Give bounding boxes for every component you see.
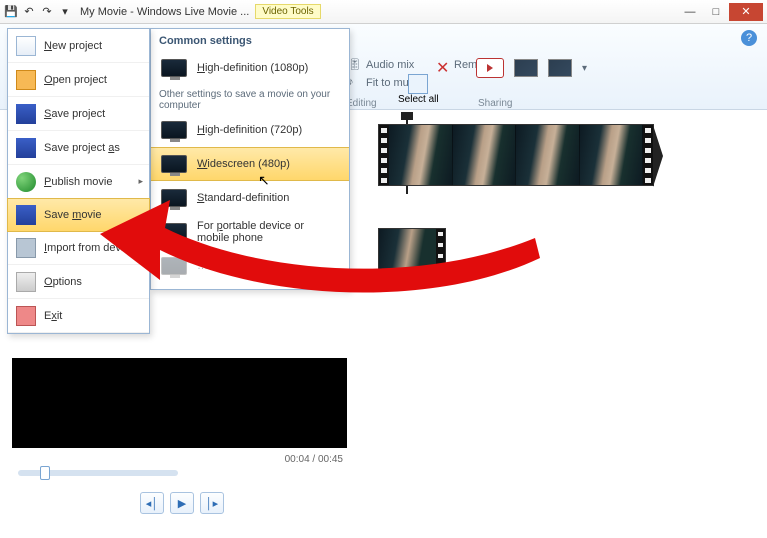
- youtube-button[interactable]: [476, 58, 504, 78]
- submenu-label: Widescreen (480p): [197, 158, 290, 170]
- menu-label: New project: [44, 40, 102, 52]
- menu-label: Options: [44, 276, 82, 288]
- window-buttons: — □ ✕: [677, 3, 763, 21]
- submenu-portable-device[interactable]: For portable device or mobile phone: [151, 215, 349, 249]
- monitor-icon: [161, 155, 187, 173]
- monitor-icon: [161, 257, 187, 275]
- share-thumb-2[interactable]: [548, 59, 572, 77]
- clip-endcap-icon: [653, 125, 663, 187]
- seek-knob[interactable]: [40, 466, 50, 480]
- exit-icon: [16, 306, 36, 326]
- video-tools-tab[interactable]: Video Tools: [255, 4, 320, 19]
- playback-controls: ◂│ ▶ │▸: [140, 492, 224, 514]
- prev-frame-button[interactable]: ◂│: [140, 492, 164, 514]
- menu-label: Save project: [44, 108, 105, 120]
- audio-mix-label: Audio mix: [366, 59, 414, 71]
- sharing-group-label: Sharing: [478, 98, 512, 109]
- menu-import-device[interactable]: Import from device: [8, 231, 149, 265]
- help-button[interactable]: ?: [741, 30, 757, 46]
- submenu-hd-1080p[interactable]: High-definition (1080p): [151, 51, 349, 85]
- submenu-standard-definition[interactable]: Standard-definition: [151, 181, 349, 215]
- fit-music-icon: ♪: [348, 76, 362, 90]
- audio-mix-button[interactable]: 🎚 Audio mix: [348, 58, 422, 72]
- share-thumb-1[interactable]: [514, 59, 538, 77]
- editing-group-label: Editing: [346, 98, 377, 109]
- submenu-header-common: Common settings: [151, 29, 349, 51]
- video-preview[interactable]: [12, 358, 347, 448]
- select-all-button[interactable]: Select all: [398, 74, 439, 105]
- save-project-icon: [16, 104, 36, 124]
- publish-icon: [16, 172, 36, 192]
- submenu-label: High-definition (720p): [197, 124, 302, 136]
- monitor-icon: [161, 189, 187, 207]
- film-sprocket-right: [643, 125, 653, 185]
- submenu-label: Standard-definition: [197, 192, 289, 204]
- qat-undo-icon[interactable]: ↶: [22, 5, 36, 19]
- qat-dropdown-icon[interactable]: ▾: [58, 5, 72, 19]
- monitor-icon: [161, 59, 187, 77]
- submenu-hd-720p[interactable]: High-definition (720p): [151, 113, 349, 147]
- options-icon: [16, 272, 36, 292]
- mouse-cursor-icon: ↖: [258, 172, 270, 189]
- file-menu: New project Open project Save project Sa…: [7, 28, 150, 334]
- menu-options[interactable]: Options: [8, 265, 149, 299]
- playback-time: 00:04 / 00:45: [12, 452, 347, 467]
- menu-exit[interactable]: Exit: [8, 299, 149, 333]
- menu-open-project[interactable]: Open project: [8, 63, 149, 97]
- new-project-icon: [16, 36, 36, 56]
- qat-save-icon[interactable]: 💾: [4, 5, 18, 19]
- save-as-icon: [16, 138, 36, 158]
- audio-mix-icon: 🎚: [348, 58, 362, 72]
- submenu-label: High-definition (1080p): [197, 62, 308, 74]
- maximize-button[interactable]: □: [703, 3, 729, 21]
- save-movie-icon: [16, 205, 36, 225]
- import-icon: [16, 238, 36, 258]
- submenu-arrow-icon: ▸: [138, 176, 143, 187]
- qat-redo-icon[interactable]: ↷: [40, 5, 54, 19]
- menu-label: Import from device: [44, 242, 135, 254]
- menu-label: Save movie: [44, 209, 102, 221]
- submenu-header-other: Other settings to save a movie on your c…: [151, 85, 349, 113]
- window-title: My Movie - Windows Live Movie ...: [80, 6, 249, 18]
- clip-frame: [379, 229, 436, 283]
- select-all-label: Select all: [398, 94, 439, 105]
- save-movie-submenu: Common settings High-definition (1080p) …: [150, 28, 350, 290]
- timeline-clip-2[interactable]: [378, 228, 446, 284]
- sharing-dropdown-icon[interactable]: ▾: [582, 63, 587, 74]
- film-sprocket-left: [379, 125, 389, 185]
- minimize-button[interactable]: —: [677, 3, 703, 21]
- titlebar: 💾 ↶ ↷ ▾ My Movie - Windows Live Movie ..…: [0, 0, 767, 24]
- seek-slider[interactable]: [18, 470, 178, 476]
- film-sprocket-right: [436, 229, 445, 283]
- open-project-icon: [16, 70, 36, 90]
- menu-label: Exit: [44, 310, 62, 322]
- menu-new-project[interactable]: New project: [8, 29, 149, 63]
- submenu-label: For portable device or mobile phone: [197, 220, 339, 244]
- timeline-clip-1[interactable]: [378, 124, 654, 186]
- monitor-icon: [161, 121, 187, 139]
- submenu-more[interactable]: …: [151, 249, 349, 283]
- select-all-icon: [408, 74, 428, 94]
- monitor-icon: [161, 223, 187, 241]
- submenu-widescreen-480p[interactable]: Widescreen (480p): [151, 147, 349, 181]
- quick-access-toolbar: 💾 ↶ ↷ ▾: [4, 5, 72, 19]
- menu-publish-movie[interactable]: Publish movie ▸: [8, 165, 149, 199]
- menu-label: Save project as: [44, 142, 120, 154]
- play-button[interactable]: ▶: [170, 492, 194, 514]
- close-button[interactable]: ✕: [729, 3, 763, 21]
- menu-save-movie[interactable]: Save movie: [7, 198, 150, 232]
- menu-label: Publish movie: [44, 176, 112, 188]
- next-frame-button[interactable]: │▸: [200, 492, 224, 514]
- menu-label: Open project: [44, 74, 107, 86]
- clip-frames: [389, 125, 643, 185]
- ribbon-sharing-group: ▾: [476, 58, 587, 78]
- menu-save-project-as[interactable]: Save project as: [8, 131, 149, 165]
- menu-save-project[interactable]: Save project: [8, 97, 149, 131]
- remove-icon: ✕: [436, 58, 450, 72]
- submenu-label: …: [197, 260, 208, 272]
